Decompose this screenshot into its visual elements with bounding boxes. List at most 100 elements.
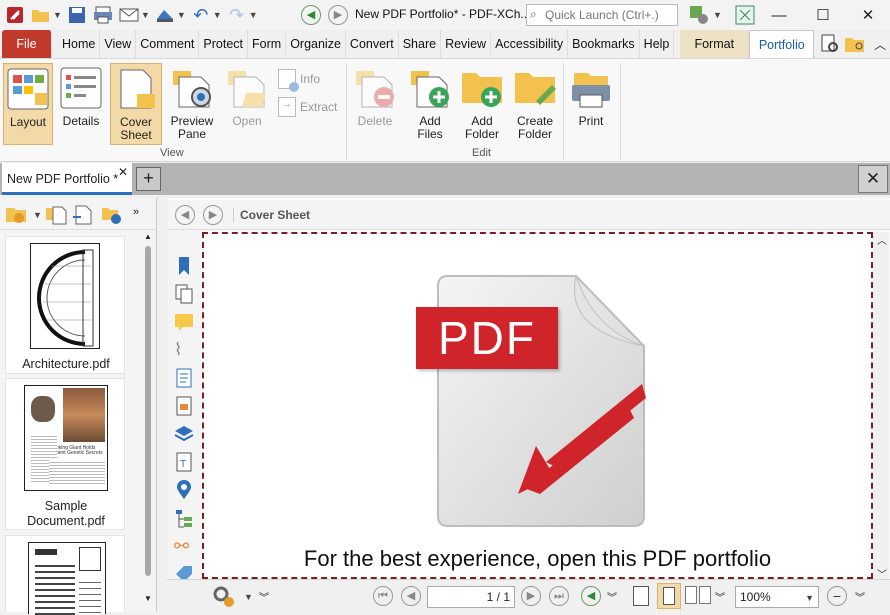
fields-icon[interactable]	[174, 396, 194, 416]
first-page-icon[interactable]: ⏮	[373, 586, 393, 606]
comments-icon[interactable]	[174, 312, 194, 332]
close-document-button[interactable]: ✕	[858, 165, 888, 193]
status-settings-icon[interactable]	[211, 584, 237, 608]
chevron-down-icon[interactable]: ▼	[33, 210, 42, 220]
zoom-select[interactable]: 100% ▼	[735, 586, 819, 608]
facing-pages-icon[interactable]	[685, 586, 711, 606]
details-button[interactable]: Details	[56, 63, 106, 145]
continuous-page-icon[interactable]	[657, 583, 681, 609]
history-more-icon[interactable]: ︾	[607, 589, 617, 604]
extract-button[interactable]: → Extract	[278, 95, 344, 119]
previous-page-icon[interactable]: ◀	[401, 586, 421, 606]
quick-launch-input[interactable]: ⌕ Quick Launch (Ctrl+.)	[526, 4, 678, 26]
scroll-down-icon[interactable]: ▼	[144, 594, 152, 603]
tab-share[interactable]: Share	[399, 30, 442, 58]
next-page-icon[interactable]: ▶	[521, 586, 541, 606]
tab-home[interactable]: Home	[58, 30, 101, 58]
file-pane-scrollbar[interactable]: ▲ ▼	[143, 232, 153, 610]
collapse-ribbon-icon[interactable]: ︿	[870, 33, 890, 55]
undo-icon[interactable]: ↶	[190, 4, 212, 26]
zoom-out-icon[interactable]: −	[827, 586, 847, 606]
chevron-down-icon[interactable]: ▼	[177, 10, 186, 20]
tab-convert[interactable]: Convert	[346, 30, 399, 58]
add-files-button[interactable]: Add Files	[404, 63, 456, 145]
chevron-down-icon[interactable]: ▼	[713, 10, 722, 20]
document-tab[interactable]: New PDF Portfolio * ✕	[2, 163, 132, 195]
zoom-more-icon[interactable]: ︾	[855, 589, 865, 604]
file-card[interactable]	[5, 535, 125, 615]
scrollbar-thumb[interactable]	[145, 246, 151, 576]
layout-button[interactable]: Layout	[3, 63, 53, 145]
tab-view[interactable]: View	[100, 30, 137, 58]
close-window-button[interactable]: ✕	[846, 0, 890, 30]
nav-back-icon[interactable]: ◀	[175, 205, 195, 225]
delete-button[interactable]: Delete	[352, 63, 398, 145]
viewer-scrollbar[interactable]: ︿ ﹀	[873, 232, 889, 581]
bookmarks-icon[interactable]	[174, 256, 194, 276]
last-page-icon[interactable]: ⏭	[549, 586, 569, 606]
status-more-icon[interactable]: ︾	[259, 589, 269, 604]
links-icon[interactable]: ⚯	[174, 536, 194, 556]
attachments-icon[interactable]: ⌇	[174, 340, 194, 360]
chevron-down-icon[interactable]: ▼	[249, 10, 258, 20]
back-icon[interactable]: ◀	[301, 5, 321, 25]
save-icon[interactable]	[66, 4, 88, 26]
single-page-icon[interactable]	[633, 586, 649, 606]
open-button[interactable]: Open	[222, 63, 272, 145]
structure-icon[interactable]	[174, 508, 194, 528]
scan-icon[interactable]	[154, 4, 176, 26]
tab-format[interactable]: Format	[680, 30, 750, 58]
pages-icon[interactable]	[174, 284, 194, 304]
add-file-icon[interactable]	[45, 203, 67, 225]
layers-icon[interactable]	[174, 424, 194, 444]
find-icon[interactable]	[820, 33, 840, 55]
info-button[interactable]: Info	[278, 67, 338, 92]
go-back-icon[interactable]: ◀	[581, 586, 601, 606]
print-button[interactable]: Print	[566, 63, 616, 145]
minimize-button[interactable]: —	[757, 0, 801, 30]
extract-file-icon[interactable]	[72, 203, 94, 225]
nav-forward-icon[interactable]: ▶	[203, 205, 223, 225]
tab-portfolio[interactable]: Portfolio	[749, 30, 815, 58]
chevron-down-icon[interactable]: ▼	[244, 592, 253, 602]
redo-icon[interactable]: ↷	[226, 4, 248, 26]
tab-protect[interactable]: Protect	[199, 30, 249, 58]
maximize-button[interactable]: ☐	[801, 0, 845, 30]
destinations-icon[interactable]	[174, 480, 194, 500]
layout-more-icon[interactable]: ︾	[715, 589, 725, 604]
tab-accessibility[interactable]: Accessibility	[491, 30, 569, 58]
open-folder-icon[interactable]	[30, 4, 52, 26]
forward-icon[interactable]: ▶	[328, 5, 348, 25]
tab-help[interactable]: Help	[640, 30, 675, 58]
tab-bookmarks[interactable]: Bookmarks	[568, 30, 640, 58]
chevron-down-icon[interactable]: ▼	[213, 10, 222, 20]
file-card[interactable]: Architecture.pdf	[5, 236, 125, 374]
file-info-icon[interactable]	[100, 203, 122, 225]
preview-pane-button[interactable]: Preview Pane	[166, 63, 218, 145]
tab-comment[interactable]: Comment	[136, 30, 200, 58]
cover-sheet-button[interactable]: Cover Sheet	[110, 63, 162, 145]
more-tools-icon[interactable]: »	[133, 206, 139, 218]
fullscreen-icon[interactable]	[734, 4, 756, 26]
scroll-up-icon[interactable]: ▲	[144, 232, 152, 241]
email-icon[interactable]	[118, 4, 140, 26]
file-card[interactable]: Thinking Giant Holds Ancient Genetic Sec…	[5, 378, 125, 530]
close-tab-icon[interactable]: ✕	[118, 165, 128, 179]
tags-icon[interactable]: T	[174, 452, 194, 472]
find-folder-icon[interactable]	[844, 33, 866, 55]
tab-organize[interactable]: Organize	[286, 30, 346, 58]
customize-icon[interactable]	[688, 4, 710, 26]
scroll-up-icon[interactable]: ︿	[877, 232, 887, 247]
page-number-field[interactable]: 1 / 1	[427, 586, 515, 608]
chevron-down-icon[interactable]: ▼	[141, 10, 150, 20]
new-tab-button[interactable]: +	[136, 167, 161, 191]
add-folder-button[interactable]: Add Folder	[456, 63, 508, 145]
tab-file[interactable]: File	[2, 30, 52, 58]
tab-review[interactable]: Review	[441, 30, 492, 58]
chevron-down-icon[interactable]: ▼	[53, 10, 62, 20]
content-icon[interactable]	[174, 368, 194, 388]
tab-form[interactable]: Form	[248, 30, 287, 58]
create-folder-button[interactable]: Create Folder	[508, 63, 562, 145]
settings-icon[interactable]	[5, 204, 29, 226]
print-icon[interactable]	[92, 4, 114, 26]
